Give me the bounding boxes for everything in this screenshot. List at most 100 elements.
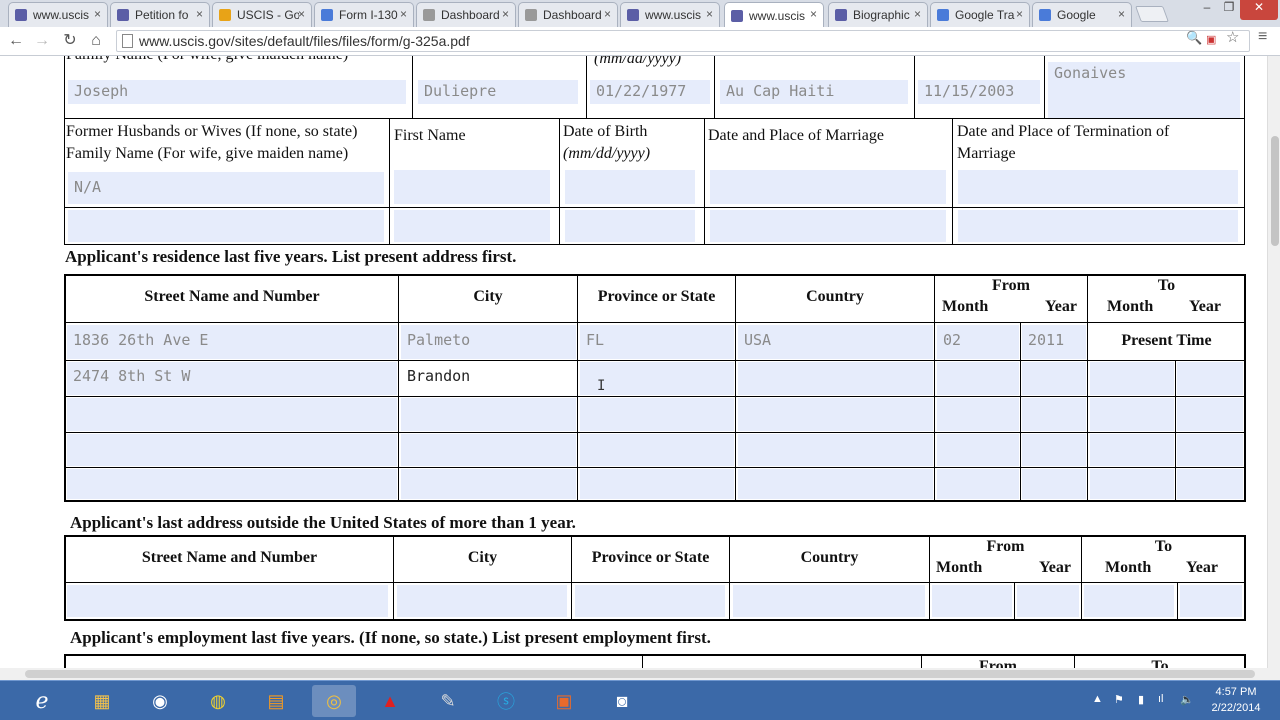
close-tab-icon[interactable]: × <box>502 7 509 21</box>
browser-tab[interactable]: Dashboard × <box>416 2 516 27</box>
spouse-date-of-marriage-field[interactable]: 11/15/2003 <box>918 80 1040 104</box>
browser-tab[interactable]: Dashboard × <box>518 2 618 27</box>
res2-street-field[interactable]: 2474 8th St W <box>67 362 397 395</box>
res5-province-field[interactable] <box>580 469 734 499</box>
res1-province-field[interactable]: FL <box>580 325 734 359</box>
browser-tab[interactable]: www.uscis × <box>724 2 824 28</box>
browser-tab[interactable]: Biographic × <box>828 2 928 27</box>
close-tab-icon[interactable]: × <box>1016 7 1023 21</box>
res4-province-field[interactable] <box>580 434 734 466</box>
spouse-place-field[interactable]: Gonaives <box>1048 62 1240 118</box>
res5-to-year-field[interactable] <box>1177 469 1243 499</box>
res3-city-field[interactable] <box>401 398 576 431</box>
res2-country-field[interactable] <box>738 362 933 395</box>
battery-icon[interactable]: ▮ <box>1138 693 1144 706</box>
res5-city-field[interactable] <box>401 469 576 499</box>
former-spouse-termination-field[interactable] <box>958 170 1238 204</box>
new-tab-button[interactable] <box>1135 6 1169 22</box>
browser-tab[interactable]: www.uscis × <box>8 2 108 27</box>
browser-tab[interactable]: Google × <box>1032 2 1132 27</box>
tray-expand-icon[interactable]: ▲ <box>1092 693 1103 705</box>
outside-province-field[interactable] <box>575 585 725 617</box>
res5-country-field[interactable] <box>738 469 933 499</box>
res4-to-month-field[interactable] <box>1090 434 1174 466</box>
res4-city-field[interactable] <box>401 434 576 466</box>
zoom-icon[interactable]: 🔍 <box>1186 30 1202 46</box>
explorer-folder-icon[interactable]: ▦ <box>80 685 124 717</box>
res4-from-year-field[interactable] <box>1022 434 1086 466</box>
clock[interactable]: 4:57 PM 2/22/2014 <box>1198 684 1274 716</box>
res2-to-month-field[interactable] <box>1090 362 1174 395</box>
former-spouse-name-field[interactable]: N/A <box>68 172 384 204</box>
maximize-button[interactable]: ❐ <box>1218 0 1240 20</box>
res1-country-field[interactable]: USA <box>738 325 933 359</box>
res3-street-field[interactable] <box>67 398 397 431</box>
former-spouse-marriage-field[interactable] <box>710 170 946 204</box>
former-spouse-first-field[interactable] <box>394 170 550 204</box>
outside-city-field[interactable] <box>397 585 567 617</box>
paint-icon[interactable]: ✎ <box>426 685 470 717</box>
camera-icon[interactable]: ◙ <box>600 685 644 717</box>
res5-street-field[interactable] <box>67 469 397 499</box>
menu-icon[interactable]: ≡ <box>1258 28 1267 46</box>
close-tab-icon[interactable]: × <box>94 7 101 21</box>
flag-icon[interactable]: ⚑ <box>1114 693 1124 706</box>
skype-icon[interactable]: ⓢ <box>484 685 528 717</box>
forward-icon[interactable]: → <box>32 31 52 51</box>
back-icon[interactable]: ← <box>6 31 26 51</box>
spouse-place-of-marriage-field[interactable]: Au Cap Haiti <box>720 80 908 104</box>
res3-province-field[interactable] <box>580 398 734 431</box>
outside-from-year-field[interactable] <box>1017 585 1079 617</box>
close-tab-icon[interactable]: × <box>706 7 713 21</box>
browser-tab[interactable]: Petition fo × <box>110 2 210 27</box>
former-spouse-termination-field-2[interactable] <box>958 210 1238 242</box>
former-spouse-name-field-2[interactable] <box>68 210 384 242</box>
close-tab-icon[interactable]: × <box>400 7 407 21</box>
network-icon[interactable]: ıl <box>1158 693 1164 705</box>
res1-street-field[interactable]: 1836 26th Ave E <box>67 325 397 359</box>
bookmark-star-icon[interactable]: ☆ <box>1226 28 1239 46</box>
former-spouse-first-field-2[interactable] <box>394 210 550 242</box>
minimize-button[interactable]: – <box>1196 0 1218 20</box>
acrobat-icon[interactable]: ▲ <box>368 685 412 717</box>
close-tab-icon[interactable]: × <box>298 7 305 21</box>
browser-tab[interactable]: Form I-130 × <box>314 2 414 27</box>
close-tab-icon[interactable]: × <box>1118 7 1125 21</box>
home-icon[interactable]: ⌂ <box>86 31 106 51</box>
reload-icon[interactable]: ↻ <box>60 31 80 51</box>
ie-icon[interactable]: ℯ <box>20 685 64 717</box>
res2-from-year-field[interactable] <box>1022 362 1086 395</box>
res4-from-month-field[interactable] <box>937 434 1019 466</box>
res1-city-field[interactable]: Palmeto <box>401 325 576 359</box>
res4-country-field[interactable] <box>738 434 933 466</box>
outside-to-year-field[interactable] <box>1180 585 1242 617</box>
spouse-dob-field[interactable]: 01/22/1977 <box>590 80 710 104</box>
res5-from-month-field[interactable] <box>937 469 1019 499</box>
browser-tab[interactable]: Google Tra × <box>930 2 1030 27</box>
spouse-first-name-field[interactable]: Duliepre <box>418 80 578 104</box>
close-tab-icon[interactable]: × <box>604 7 611 21</box>
res3-from-month-field[interactable] <box>937 398 1019 431</box>
res5-to-month-field[interactable] <box>1090 469 1174 499</box>
close-tab-icon[interactable]: × <box>196 7 203 21</box>
outside-street-field[interactable] <box>67 585 388 617</box>
spouse-family-name-field[interactable]: Joseph <box>68 80 406 104</box>
former-spouse-dob-field-2[interactable] <box>565 210 695 242</box>
chrome-icon[interactable]: ◎ <box>312 685 356 717</box>
res3-to-year-field[interactable] <box>1177 398 1243 431</box>
outside-to-month-field[interactable] <box>1084 585 1174 617</box>
res2-from-month-field[interactable] <box>937 362 1019 395</box>
horizontal-scrollbar[interactable] <box>0 668 1280 680</box>
browser-tab[interactable]: USCIS - Go × <box>212 2 312 27</box>
res5-from-year-field[interactable] <box>1022 469 1086 499</box>
res4-street-field[interactable] <box>67 434 397 466</box>
res2-city-field[interactable]: Brandon <box>401 362 576 395</box>
res1-from-month-field[interactable]: 02 <box>937 325 1019 359</box>
vertical-scrollbar[interactable] <box>1267 56 1280 668</box>
browser-tab[interactable]: www.uscis × <box>620 2 720 27</box>
scroll-thumb[interactable] <box>25 670 1255 678</box>
volume-icon[interactable]: 🔈 <box>1180 693 1194 706</box>
res1-from-year-field[interactable]: 2011 <box>1022 325 1086 359</box>
close-window-button[interactable]: ✕ <box>1240 0 1278 20</box>
outside-country-field[interactable] <box>733 585 925 617</box>
